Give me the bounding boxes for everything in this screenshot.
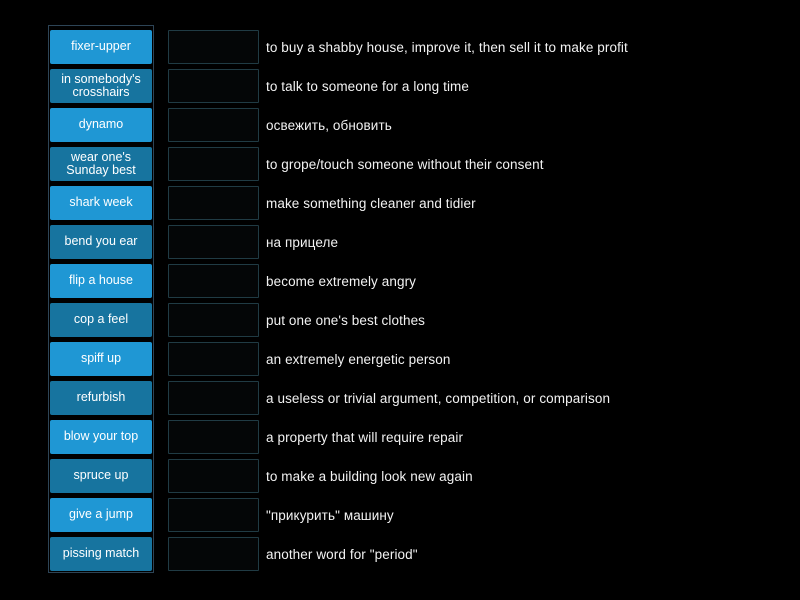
dropzone[interactable] <box>168 459 259 493</box>
definition-label: a property that will require repair <box>266 429 464 445</box>
draggable-tile[interactable]: dynamo <box>50 108 152 142</box>
draggable-tile[interactable]: spruce up <box>50 459 152 493</box>
definition-label: another word for "period" <box>266 546 418 562</box>
dropzone[interactable] <box>168 342 259 376</box>
definition-label: to talk to someone for a long time <box>266 78 470 94</box>
definition-label: an extremely energetic person <box>266 351 451 367</box>
draggable-tile[interactable]: blow your top <box>50 420 152 454</box>
definition-label: "прикурить" машину <box>266 507 394 523</box>
match-up-activity: fixer-upper in somebody's crosshairs dynam… <box>0 0 800 600</box>
dropzone[interactable] <box>168 537 259 571</box>
definition-label: put one one's best clothes <box>266 312 426 328</box>
draggable-tile[interactable]: shark week <box>50 186 152 220</box>
dropzone[interactable] <box>168 108 259 142</box>
dropzone[interactable] <box>168 420 259 454</box>
dropzone[interactable] <box>168 303 259 337</box>
dropzone[interactable] <box>168 30 259 64</box>
definition-label: make something cleaner and tidier <box>266 195 476 211</box>
draggable-tile[interactable]: give a jump <box>50 498 152 532</box>
definition-label: a useless or trivial argument, competiti… <box>266 390 611 406</box>
dropzone[interactable] <box>168 147 259 181</box>
definition-label: to make a building look new again <box>266 468 473 484</box>
definition-label: become extremely angry <box>266 273 417 289</box>
dropzone[interactable] <box>168 186 259 220</box>
draggable-tile[interactable]: cop a feel <box>50 303 152 337</box>
draggable-tile[interactable]: pissing match <box>50 537 152 571</box>
dropzone[interactable] <box>168 225 259 259</box>
dropzone[interactable] <box>168 498 259 532</box>
draggable-tile[interactable]: fixer-upper <box>50 30 152 64</box>
draggable-tiles-panel: fixer-upper in somebody's crosshairs dynam… <box>48 25 154 573</box>
dropzone[interactable] <box>168 69 259 103</box>
definition-label: to grope/touch someone without their con… <box>266 156 544 172</box>
dropzone[interactable] <box>168 264 259 298</box>
definition-label: на прицеле <box>266 234 339 250</box>
definition-label: to buy a shabby house, improve it, then … <box>266 39 628 55</box>
draggable-tile[interactable]: bend you ear <box>50 225 152 259</box>
draggable-tile[interactable]: refurbish <box>50 381 152 415</box>
draggable-tile[interactable]: wear one's Sunday best <box>50 147 152 181</box>
draggable-tile[interactable]: in somebody's crosshairs <box>50 69 152 103</box>
definition-label: освежить, обновить <box>266 117 392 133</box>
draggable-tile[interactable]: spiff up <box>50 342 152 376</box>
dropzone[interactable] <box>168 381 259 415</box>
draggable-tile[interactable]: flip a house <box>50 264 152 298</box>
